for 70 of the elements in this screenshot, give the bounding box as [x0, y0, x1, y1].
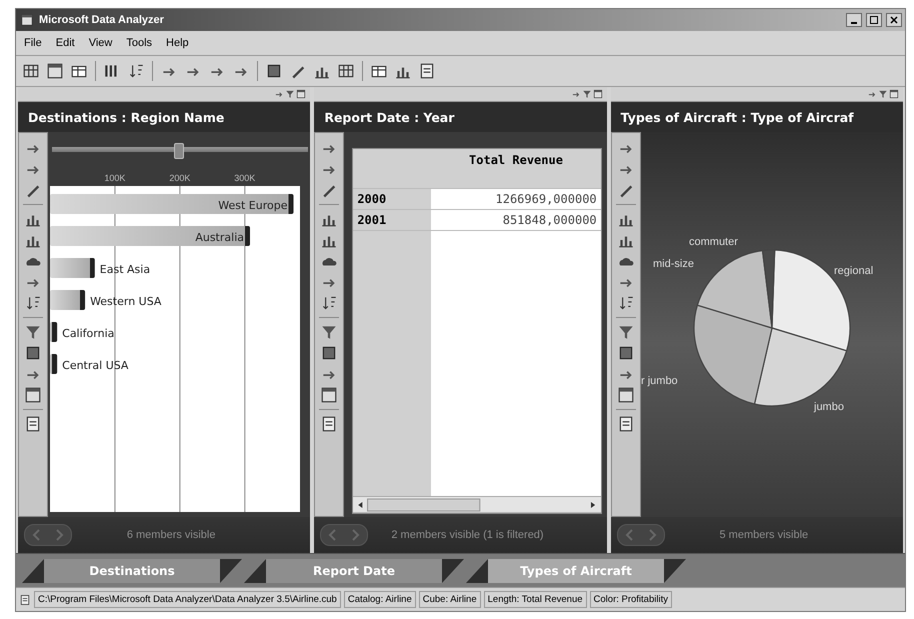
funnel-icon[interactable]	[582, 89, 592, 99]
pie-slice[interactable]	[693, 304, 772, 405]
bar-label: West Europe	[218, 199, 288, 212]
table-cell: 1266969,000000	[431, 189, 601, 210]
menu-item[interactable]: Tools	[124, 36, 154, 50]
navigation-control[interactable]	[320, 524, 368, 546]
bar[interactable]	[50, 226, 250, 246]
window-icon[interactable]	[320, 386, 338, 404]
members-visible-text: 5 members visible	[718, 529, 810, 541]
slice-label: regional	[834, 265, 873, 277]
slider-thumb[interactable]	[174, 143, 184, 159]
panel-title: Destinations : Region Name	[18, 102, 310, 132]
menu-item[interactable]: File	[22, 36, 44, 50]
bar[interactable]	[50, 194, 294, 214]
menu-item[interactable]: View	[86, 36, 114, 50]
bar[interactable]	[50, 322, 58, 342]
bar-label: Central USA	[62, 359, 128, 372]
document-icon	[19, 594, 31, 606]
menu-item[interactable]: Help	[164, 36, 191, 50]
square-icon[interactable]	[24, 344, 42, 362]
row-header: 2000	[353, 189, 432, 210]
sort-icon[interactable]	[24, 294, 42, 312]
bar[interactable]	[50, 290, 86, 310]
status-field: Catalog: Airline	[344, 591, 416, 608]
window-icon[interactable]	[889, 89, 899, 99]
maximize-button[interactable]	[866, 13, 882, 27]
window-icon[interactable]	[592, 89, 603, 99]
status-field: Length: Total Revenue	[484, 591, 587, 608]
members-visible-text: 6 members visible	[126, 529, 216, 541]
window-icon[interactable]	[616, 386, 635, 404]
menu-item[interactable]: Edit	[54, 36, 77, 50]
funnel-icon[interactable]	[878, 89, 888, 99]
file-path: C:\Program Files\Microsoft Data Analyzer\Data Analyzer 3.5\Airline.cub	[34, 591, 341, 608]
bar-label: Western USA	[90, 295, 162, 308]
bar-label: East Asia	[100, 263, 150, 276]
row-header: 2001	[353, 210, 432, 231]
window-icon[interactable]	[296, 89, 306, 99]
slice-label: commuter	[688, 236, 738, 248]
members-visible-text: 2 members visible (1 is filtered)	[390, 529, 545, 541]
close-button[interactable]	[886, 13, 902, 27]
navigation-control[interactable]	[24, 524, 72, 546]
window-title: Microsoft Data Analyzer	[39, 14, 165, 26]
status-field: Color: Profitability	[590, 591, 672, 608]
app-icon	[19, 13, 35, 27]
slice-label: r jumbo	[640, 375, 678, 387]
panel-title: Types of Aircraft : Type of Aircraf	[610, 102, 903, 132]
pie-slice[interactable]	[762, 249, 775, 329]
status-field: Cube: Airline	[418, 591, 481, 608]
bar[interactable]	[50, 354, 58, 374]
pie-slice[interactable]	[696, 250, 772, 329]
slice-label: jumbo	[814, 401, 844, 413]
window-icon[interactable]	[24, 386, 42, 404]
panel-title: Report Date : Year	[314, 102, 607, 132]
slice-label: mid-size	[652, 258, 694, 270]
minimize-button[interactable]	[846, 13, 862, 27]
page-icon[interactable]	[24, 415, 42, 433]
axis-tick-label: 200K	[169, 173, 190, 183]
close-icon	[889, 15, 899, 25]
column-header: Total Revenue	[431, 149, 601, 189]
bar-label: California	[62, 327, 114, 340]
table-cell: 851848,000000	[431, 210, 601, 231]
maximize-icon	[869, 15, 879, 25]
bar[interactable]	[50, 258, 95, 278]
minimize-icon	[851, 22, 857, 24]
axis-tick-label: 100K	[104, 173, 126, 183]
bar-label: Australia	[195, 231, 244, 244]
navigation-control[interactable]	[616, 524, 665, 546]
funnel-icon[interactable]	[285, 89, 296, 99]
sort-icon[interactable]	[320, 294, 338, 312]
axis-tick-label: 300K	[234, 173, 256, 183]
